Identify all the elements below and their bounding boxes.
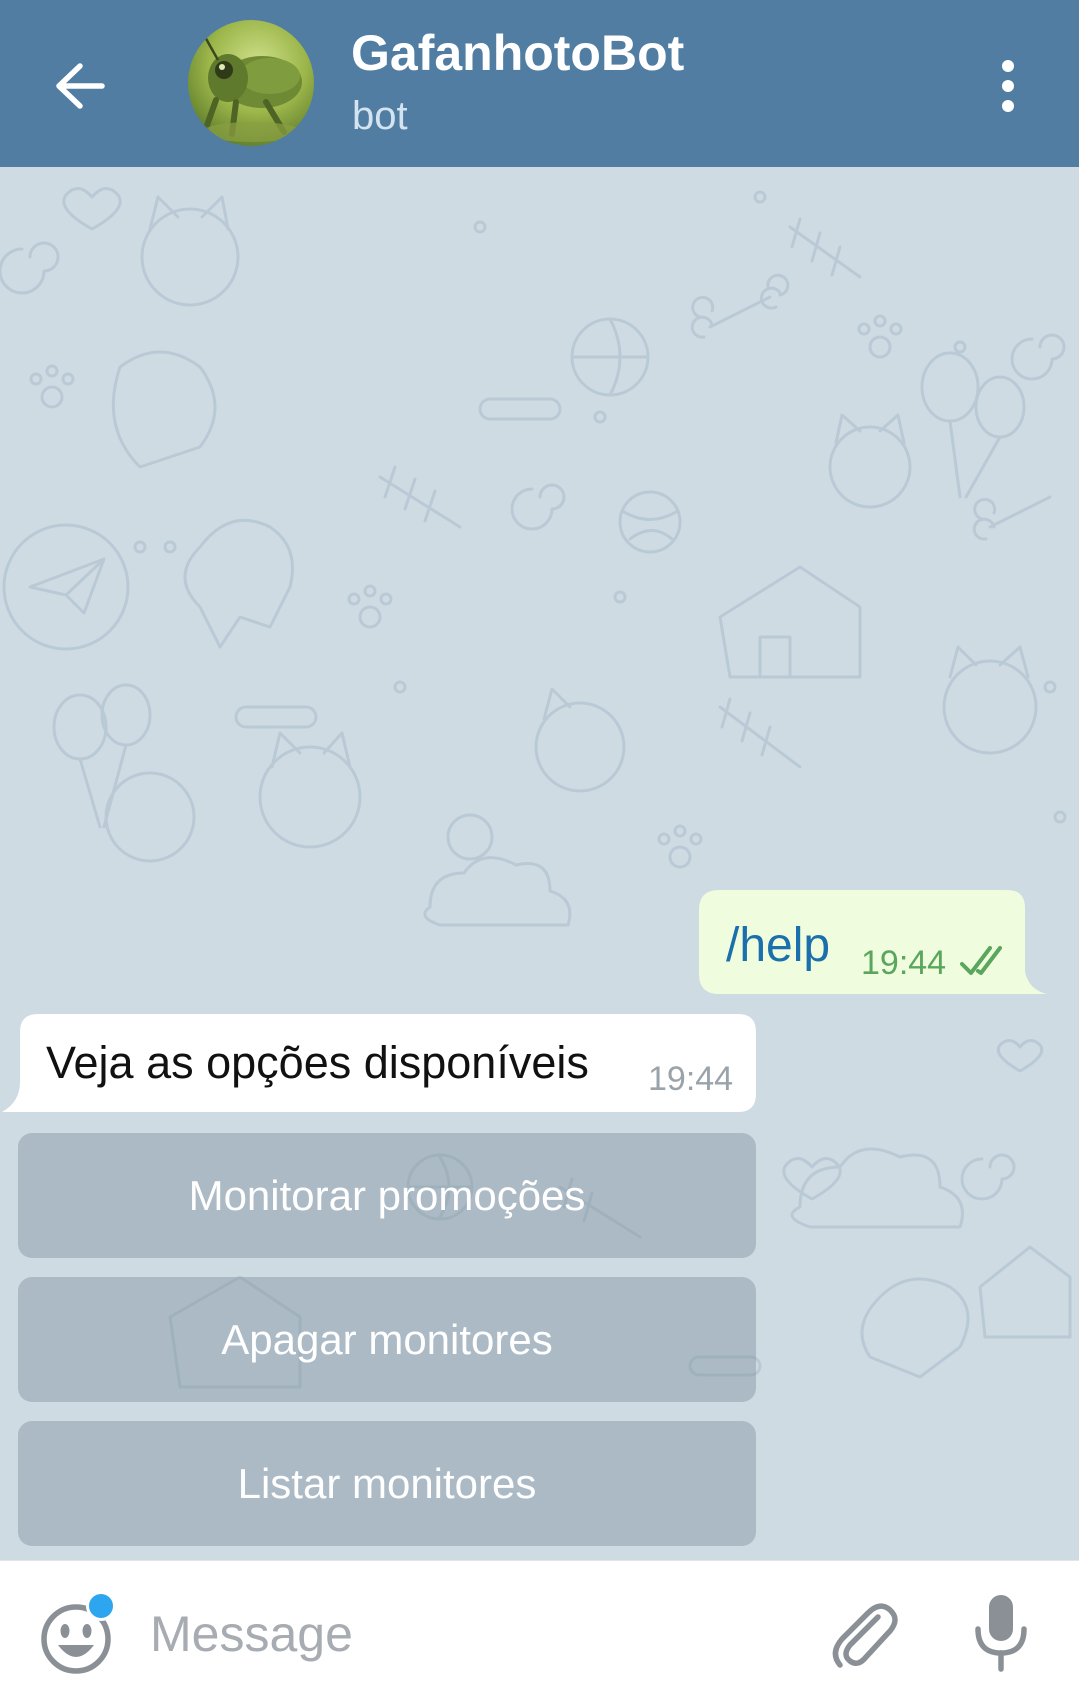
keyboard-button-monitorar-promocoes[interactable]: Monitorar promoções [18, 1133, 756, 1258]
keyboard-button-label: Monitorar promoções [188, 1171, 586, 1219]
message-input-bar [0, 1560, 1079, 1704]
microphone-icon[interactable] [966, 1593, 1036, 1673]
grasshopper-avatar [188, 20, 314, 146]
incoming-message-text: Veja as opções disponíveis [46, 1037, 589, 1088]
avatar[interactable] [188, 20, 314, 146]
outgoing-message-time: 19:44 [861, 944, 947, 982]
incoming-message-time: 19:44 [648, 1060, 734, 1098]
keyboard-button-label: Listar monitores [237, 1459, 537, 1507]
back-button[interactable] [40, 46, 120, 126]
keyboard-button-apagar-monitores[interactable]: Apagar monitores [18, 1277, 756, 1402]
telegram-chat-screen: GafanhotoBot bot /help 19:44 Veja as opç… [0, 0, 1079, 1704]
double-check-icon [960, 944, 1010, 978]
keyboard-button-listar-monitores[interactable]: Listar monitores [18, 1421, 756, 1546]
arrow-left-icon [54, 63, 106, 109]
outgoing-message-text: /help [726, 919, 831, 972]
notification-dot [86, 1591, 116, 1621]
chat-title[interactable]: GafanhotoBot [351, 24, 684, 82]
menu-button[interactable] [978, 46, 1038, 126]
keyboard-button-label: Apagar monitores [221, 1315, 553, 1363]
chat-subtitle: bot [352, 94, 408, 138]
chat-header: GafanhotoBot bot [0, 0, 1079, 167]
message-input[interactable] [150, 1599, 790, 1669]
more-vertical-icon [1000, 60, 1016, 112]
paperclip-icon[interactable] [826, 1597, 902, 1673]
